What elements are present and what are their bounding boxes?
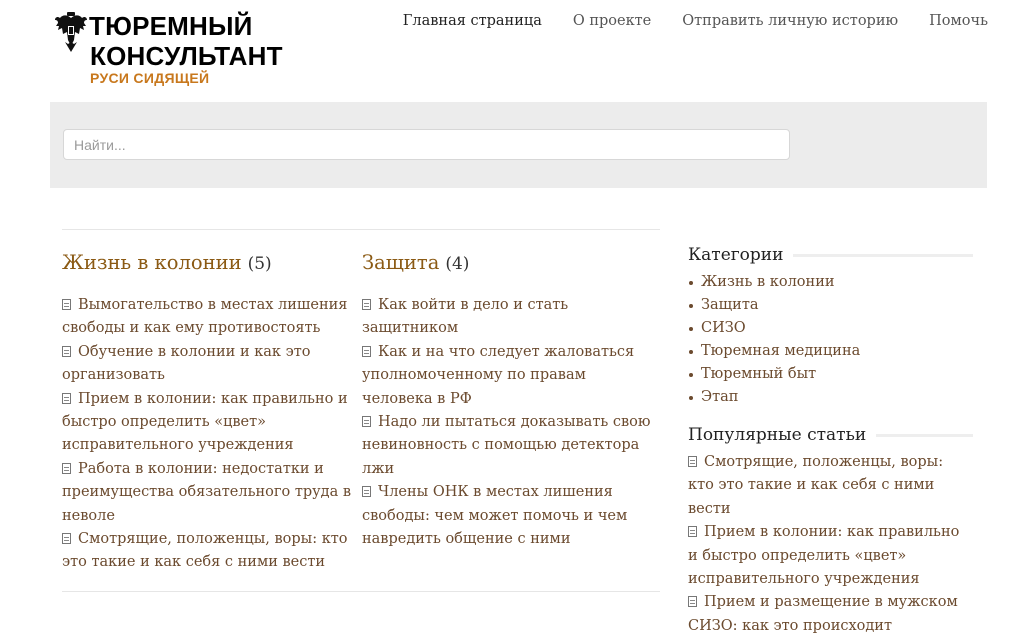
nav-submit-story-link[interactable]: Отправить личную историю — [682, 13, 898, 29]
popular-article-item: Прием и размещение в мужском СИЗО: как э… — [688, 591, 973, 638]
document-icon — [688, 596, 697, 608]
nav-home-link[interactable]: Главная страница — [403, 13, 542, 29]
sidebar-category-list: Жизнь в колонии Защита СИЗО Тюремная мед… — [688, 271, 973, 409]
article-link[interactable]: Члены ОНК в местах лишения свободы: чем … — [362, 484, 627, 547]
article-link[interactable]: Как войти в дело и стать защитником — [362, 297, 568, 336]
divider — [62, 229, 660, 230]
widget-title-text: Популярные статьи — [688, 425, 867, 445]
document-icon — [62, 345, 71, 357]
sidebar-category-item[interactable]: Тюремный быт — [689, 363, 973, 386]
category-heading: Защита (4) — [362, 251, 660, 274]
article-link[interactable]: Вымогательство в местах лишения свободы … — [62, 297, 347, 336]
search-input[interactable] — [63, 129, 790, 160]
nav-donate-link[interactable]: Помочь — [929, 13, 988, 29]
sidebar-category-item[interactable]: Этап — [689, 386, 973, 409]
sidebar-category-item[interactable]: Защита — [689, 294, 973, 317]
article-item: Как и на что следует жаловаться уполномо… — [362, 341, 660, 411]
document-icon — [62, 533, 71, 545]
sidebar-categories-heading: Категории — [688, 245, 973, 265]
article-item: Работа в колонии: недостатки и преимущес… — [62, 458, 362, 528]
category-title-link[interactable]: Защита — [362, 251, 439, 274]
double-headed-eagle-icon — [55, 12, 87, 52]
category-title-link[interactable]: Жизнь в колонии — [62, 251, 242, 274]
logo-title-line2: КОНСУЛЬТАНТ — [90, 41, 283, 71]
article-link[interactable]: Обучение в колонии и как это организоват… — [62, 344, 310, 383]
popular-article-item: Прием в колонии: как правильно и быстро … — [688, 521, 973, 591]
document-icon — [688, 526, 697, 538]
article-item: Как войти в дело и стать защитником — [362, 294, 660, 341]
popular-articles-widget: Популярные статьи Смотрящие, положенцы, … — [688, 425, 973, 638]
document-icon — [62, 392, 71, 404]
article-link[interactable]: Прием в колонии: как правильно и быстро … — [688, 524, 959, 587]
document-icon — [362, 416, 371, 428]
article-item: Вымогательство в местах лишения свободы … — [62, 294, 362, 341]
sidebar-category-item[interactable]: Жизнь в колонии — [689, 271, 973, 294]
document-icon — [362, 486, 371, 498]
divider — [62, 591, 660, 592]
article-item: Обучение в колонии и как это организоват… — [62, 341, 362, 388]
article-link[interactable]: Прием в колонии: как правильно и быстро … — [62, 391, 348, 454]
article-link[interactable]: Работа в колонии: недостатки и преимущес… — [62, 461, 351, 524]
widget-title-text: Категории — [688, 245, 784, 265]
popular-article-item: Смотрящие, положенцы, воры: кто это таки… — [688, 451, 973, 521]
heading-underline — [793, 253, 973, 257]
article-item: Прием в колонии: как правильно и быстро … — [62, 388, 362, 458]
document-icon — [62, 462, 71, 474]
document-icon — [362, 345, 371, 357]
search-band — [50, 102, 987, 188]
logo-title-line1: ТЮРЕМНЫЙ — [89, 11, 253, 41]
article-link[interactable]: Как и на что следует жаловаться уполномо… — [362, 344, 634, 407]
article-link[interactable]: Надо ли пытаться доказывать свою невинов… — [362, 414, 651, 477]
article-link[interactable]: Смотрящие, положенцы, воры: кто это таки… — [62, 531, 348, 570]
article-item: Смотрящие, положенцы, воры: кто это таки… — [62, 528, 362, 575]
main-nav: Главная страница О проекте Отправить лич… — [372, 13, 988, 29]
sidebar-category-item[interactable]: СИЗО — [689, 317, 973, 340]
document-icon — [362, 299, 371, 310]
document-icon — [62, 299, 71, 310]
article-item: Надо ли пытаться доказывать свою невинов… — [362, 411, 660, 481]
category-count: (4) — [445, 254, 470, 274]
sidebar-category-item[interactable]: Тюремная медицина — [689, 340, 973, 363]
category-block-defense: Защита (4) Как войти в дело и стать защит… — [362, 251, 660, 551]
article-link[interactable]: Прием и размещение в мужском СИЗО: как э… — [688, 594, 958, 633]
article-item: Члены ОНК в местах лишения свободы: чем … — [362, 481, 660, 551]
category-heading: Жизнь в колонии (5) — [62, 251, 362, 274]
popular-article-list: Смотрящие, положенцы, воры: кто это таки… — [688, 451, 973, 638]
article-list: Вымогательство в местах лишения свободы … — [62, 294, 362, 575]
category-count: (5) — [247, 254, 272, 274]
article-link[interactable]: Смотрящие, положенцы, воры: кто это таки… — [688, 454, 943, 517]
category-block-colony-life: Жизнь в колонии (5) Вымогательство в мест… — [62, 251, 362, 575]
article-list: Как войти в дело и стать защитником Как … — [362, 294, 660, 551]
sidebar-popular-heading: Популярные статьи — [688, 425, 973, 445]
logo-tagline: РУСИ СИДЯЩЕЙ — [90, 70, 210, 86]
sidebar: Категории Жизнь в колонии Защита СИЗО Тю… — [688, 245, 973, 638]
heading-underline — [876, 433, 973, 437]
nav-about-link[interactable]: О проекте — [573, 13, 651, 29]
site-logo[interactable]: ТЮРЕМНЫЙ КОНСУЛЬТАНТ РУСИ СИДЯЩЕЙ — [53, 10, 303, 90]
document-icon — [688, 456, 697, 467]
